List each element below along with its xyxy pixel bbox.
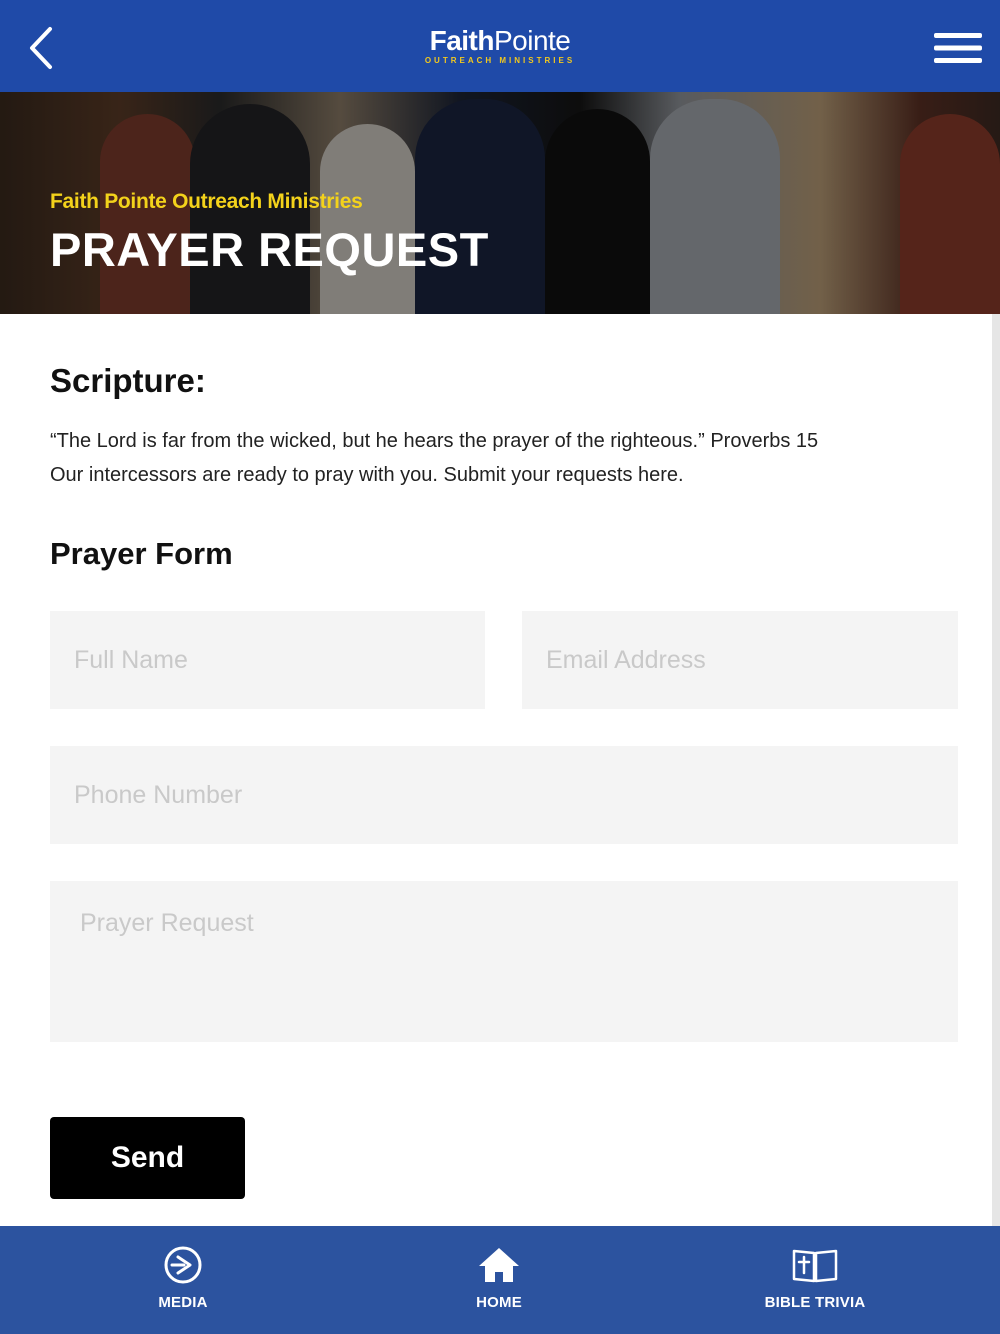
hero-subtitle: Faith Pointe Outreach Ministries: [50, 190, 363, 213]
tab-media-label: MEDIA: [158, 1294, 208, 1311]
page-title: PRAYER REQUEST: [50, 223, 489, 276]
hero-banner: Faith Pointe Outreach Ministries PRAYER …: [0, 92, 1000, 314]
send-button[interactable]: Send: [50, 1117, 245, 1199]
home-icon: [477, 1244, 521, 1286]
tab-bible-trivia[interactable]: BIBLE TRIVIA: [755, 1226, 875, 1334]
tab-bible-trivia-label: BIBLE TRIVIA: [764, 1294, 866, 1311]
prayer-form-heading: Prayer Form: [50, 536, 233, 571]
back-button[interactable]: [14, 22, 66, 74]
brand-logo[interactable]: FaithPointe OUTREACH MINISTRIES: [425, 27, 575, 65]
bottom-tab-bar: MEDIA HOME BIBLE TRIVIA: [0, 1226, 1000, 1334]
scripture-heading: Scripture:: [50, 362, 206, 399]
play-circle-icon: [163, 1244, 203, 1286]
bible-icon: [790, 1244, 840, 1286]
email-input[interactable]: [522, 611, 958, 709]
tab-media[interactable]: MEDIA: [133, 1226, 233, 1334]
scripture-invitation: Our intercessors are ready to pray with …: [50, 464, 684, 486]
full-name-input[interactable]: [50, 611, 485, 709]
scrollbar[interactable]: [992, 314, 1000, 1226]
logo-word-bold: Faith: [429, 25, 495, 56]
phone-input[interactable]: [50, 746, 958, 844]
menu-button[interactable]: [930, 24, 986, 72]
logo-word-light: Pointe: [493, 25, 571, 56]
top-bar: FaithPointe OUTREACH MINISTRIES: [0, 0, 1000, 92]
scripture-quote: “The Lord is far from the wicked, but he…: [50, 430, 819, 452]
tab-home[interactable]: HOME: [449, 1226, 549, 1334]
logo-tagline: OUTREACH MINISTRIES: [424, 56, 576, 65]
hamburger-menu-icon: [934, 33, 982, 63]
scripture-text: “The Lord is far from the wicked, but he…: [50, 424, 958, 492]
logo-wordmark: FaithPointe: [425, 27, 575, 55]
chevron-left-icon: [30, 27, 52, 69]
tab-home-label: HOME: [476, 1294, 522, 1311]
prayer-request-textarea[interactable]: [50, 881, 958, 1042]
